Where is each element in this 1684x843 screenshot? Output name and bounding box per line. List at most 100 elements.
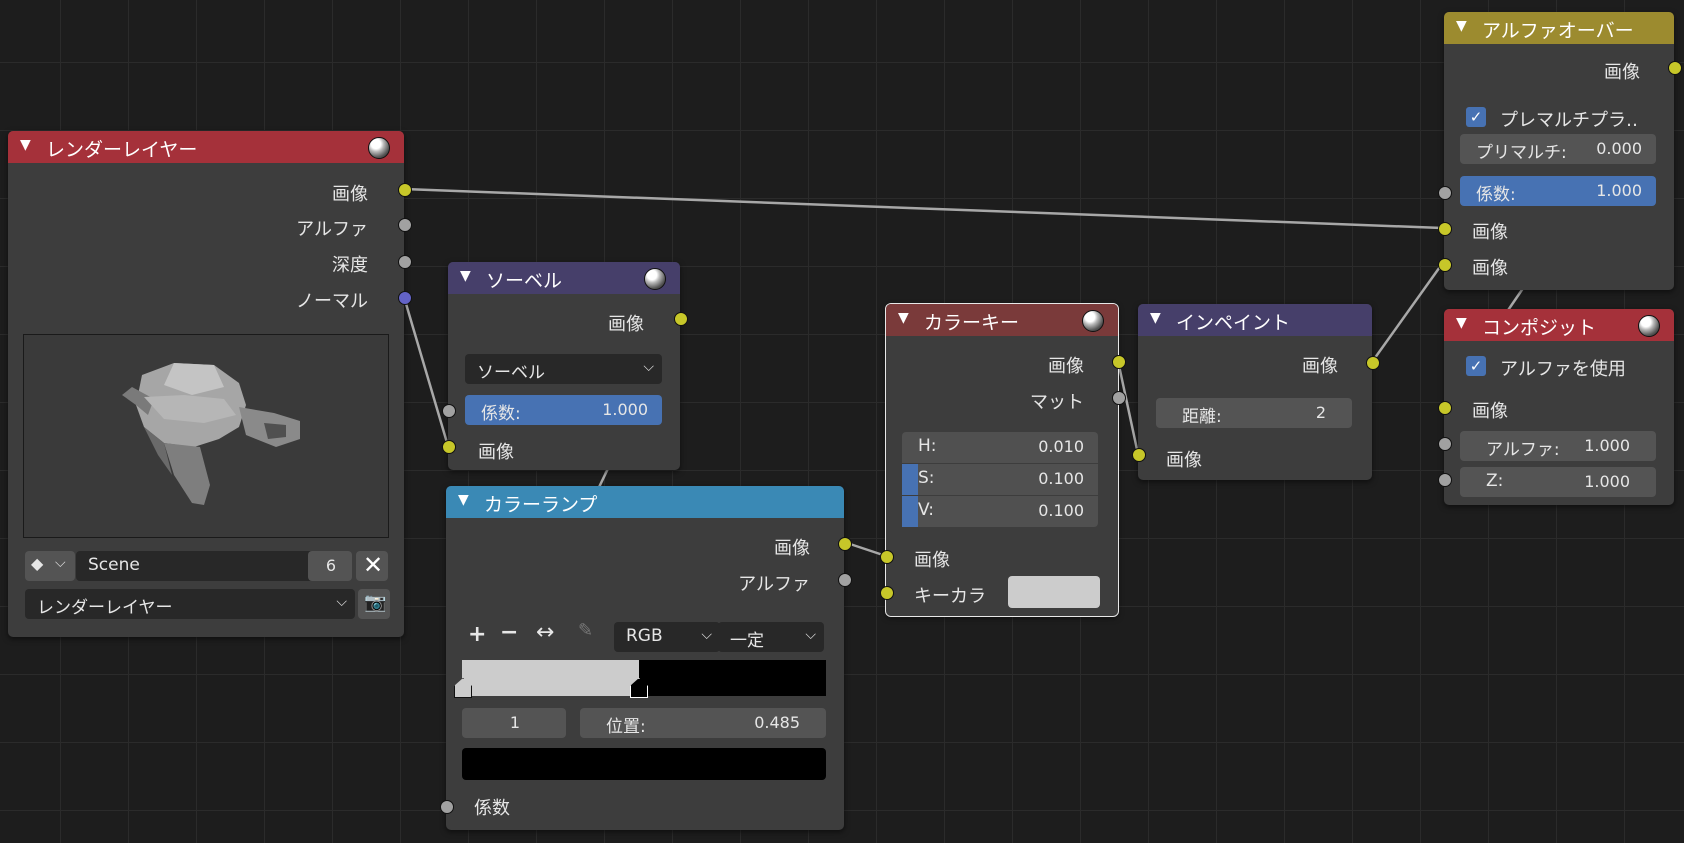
collapse-triangle-icon[interactable]: ▼ bbox=[20, 137, 31, 153]
stop-position-field[interactable]: 位置: 0.485 bbox=[580, 708, 826, 738]
hue-slider[interactable]: H: 0.010 bbox=[902, 432, 1098, 463]
link-renderlayer-image-to-alphaover bbox=[403, 187, 1443, 230]
alpha-over-image-1-socket[interactable] bbox=[1438, 222, 1452, 236]
inpaint-input-label: 画像 bbox=[1166, 450, 1202, 471]
use-alpha-checkbox[interactable]: ✓ bbox=[1466, 356, 1486, 376]
composite-z-socket[interactable] bbox=[1438, 473, 1452, 487]
scene-name-field[interactable]: Scene bbox=[76, 551, 316, 581]
inpaint-output-socket[interactable] bbox=[1366, 356, 1380, 370]
render-preview-image bbox=[23, 334, 389, 538]
render-button[interactable]: 📷 bbox=[358, 589, 390, 619]
inpaint-header[interactable]: ▼ インペイント bbox=[1138, 304, 1372, 336]
interpolation-dropdown[interactable]: 一定 ⌵ bbox=[718, 622, 824, 652]
remove-stop-icon[interactable]: − bbox=[500, 620, 518, 645]
link-colorkey-to-inpaint bbox=[1116, 360, 1140, 455]
collapse-triangle-icon[interactable]: ▼ bbox=[460, 268, 471, 284]
inpaint-node[interactable]: ▼ インペイント 画像 距離: 2 画像 bbox=[1138, 304, 1372, 480]
eyedropper-icon[interactable]: ✎ bbox=[578, 620, 593, 641]
add-stop-icon[interactable]: + bbox=[468, 622, 486, 647]
render-layer-dropdown[interactable]: レンダーレイヤー ⌵ bbox=[25, 589, 355, 619]
alpha-over-factor-slider[interactable]: 係数: 1.000 bbox=[1460, 176, 1656, 206]
collapse-triangle-icon[interactable]: ▼ bbox=[1456, 18, 1467, 34]
composite-image-socket[interactable] bbox=[1438, 401, 1452, 415]
render-layers-image-socket[interactable] bbox=[398, 183, 412, 197]
preview-sphere-icon[interactable] bbox=[644, 268, 666, 290]
color-key-matte-socket[interactable] bbox=[1112, 391, 1126, 405]
sobel-header[interactable]: ▼ ソーベル bbox=[448, 262, 680, 294]
color-key-output-matte-label: マット bbox=[1030, 392, 1084, 413]
monkey-render-preview bbox=[122, 363, 300, 505]
color-mode-dropdown[interactable]: RGB ⌵ bbox=[614, 622, 720, 652]
collapse-triangle-icon[interactable]: ▼ bbox=[1150, 310, 1161, 326]
chevron-down-icon: ⌵ bbox=[336, 594, 347, 610]
composite-node[interactable]: ▼ コンポジット ✓ アルファを使用 画像 アルファ: 1.000 Z: 1.0… bbox=[1444, 309, 1674, 505]
alpha-over-title: アルファオーバー bbox=[1482, 20, 1634, 42]
output-image-label: 画像 bbox=[332, 184, 368, 205]
preview-sphere-icon[interactable] bbox=[1638, 315, 1660, 337]
scene-name: Scene bbox=[88, 555, 140, 575]
premultiply-factor-field[interactable]: プリマルチ: 0.000 bbox=[1460, 134, 1656, 164]
key-color-swatch[interactable] bbox=[1008, 576, 1100, 608]
collapse-triangle-icon[interactable]: ▼ bbox=[898, 310, 909, 326]
alpha-over-node[interactable]: ▼ アルファオーバー 画像 ✓ プレマルチプラ‥ プリマルチ: 0.000 係数… bbox=[1444, 12, 1674, 290]
sobel-image-input-socket[interactable] bbox=[442, 440, 456, 454]
color-ramp-factor-label: 係数 bbox=[474, 798, 510, 819]
alpha-over-image-2-socket[interactable] bbox=[1438, 258, 1452, 272]
color-ramp-image-socket[interactable] bbox=[838, 537, 852, 551]
collapse-triangle-icon[interactable]: ▼ bbox=[1456, 315, 1467, 331]
color-ramp-node[interactable]: ▼ カラーランプ 画像 アルファ + − ↔ ✎ RGB ⌵ 一定 ⌵ 1 位置… bbox=[446, 486, 844, 830]
premultiply-checkbox[interactable]: ✓ bbox=[1466, 107, 1486, 127]
use-alpha-label: アルファを使用 bbox=[1500, 359, 1626, 380]
sobel-node[interactable]: ▼ ソーベル 画像 ソーベル ⌵ 係数: 1.000 画像 bbox=[448, 262, 680, 470]
collapse-triangle-icon[interactable]: ▼ bbox=[458, 492, 469, 508]
inpaint-title: インペイント bbox=[1176, 312, 1291, 334]
color-ramp-factor-socket[interactable] bbox=[440, 800, 454, 814]
scene-users-count[interactable]: 6 bbox=[308, 551, 352, 581]
inpaint-distance-field[interactable]: 距離: 2 bbox=[1156, 398, 1352, 428]
color-ramp-header[interactable]: ▼ カラーランプ bbox=[446, 486, 844, 518]
saturation-slider[interactable]: S: 0.100 bbox=[902, 464, 1098, 495]
composite-alpha-socket[interactable] bbox=[1438, 437, 1452, 451]
alpha-over-header[interactable]: ▼ アルファオーバー bbox=[1444, 12, 1674, 44]
output-depth-label: 深度 bbox=[332, 255, 368, 276]
link-inpaint-to-alphaover bbox=[1370, 263, 1444, 363]
sobel-filter-dropdown[interactable]: ソーベル ⌵ bbox=[465, 354, 662, 384]
color-key-output-image-label: 画像 bbox=[1048, 356, 1084, 377]
unlink-scene-button[interactable]: ✕ bbox=[356, 551, 388, 581]
flip-ramp-icon[interactable]: ↔ bbox=[536, 620, 554, 645]
stop-index-field[interactable]: 1 bbox=[462, 708, 566, 738]
render-layers-alpha-socket[interactable] bbox=[398, 218, 412, 232]
inpaint-input-socket[interactable] bbox=[1132, 448, 1146, 462]
preview-sphere-icon[interactable] bbox=[368, 137, 390, 159]
sobel-factor-slider[interactable]: 係数: 1.000 bbox=[465, 395, 662, 425]
sobel-factor-socket[interactable] bbox=[442, 404, 456, 418]
sobel-title: ソーベル bbox=[486, 270, 563, 292]
output-normal-label: ノーマル bbox=[296, 291, 368, 312]
render-layers-header[interactable]: ▼ レンダーレイヤー bbox=[8, 131, 404, 163]
alpha-over-factor-socket[interactable] bbox=[1438, 186, 1452, 200]
composite-alpha-field[interactable]: アルファ: 1.000 bbox=[1460, 431, 1656, 461]
composite-z-field[interactable]: Z: 1.000 bbox=[1460, 467, 1656, 497]
render-layers-node[interactable]: ▼ レンダーレイヤー 画像 アルファ 深度 ノーマル ◆ ⌵ Scene 6 ✕… bbox=[8, 131, 404, 637]
preview-sphere-icon[interactable] bbox=[1082, 310, 1104, 332]
alpha-over-output-socket[interactable] bbox=[1668, 61, 1682, 75]
render-layer-value: レンダーレイヤー bbox=[37, 598, 173, 618]
output-alpha-label: アルファ bbox=[296, 219, 368, 240]
ramp-white-segment bbox=[462, 660, 639, 696]
sobel-image-output-socket[interactable] bbox=[674, 312, 688, 326]
color-key-node[interactable]: ▼ カラーキー 画像 マット H: 0.010 S: 0.100 V: 0.10… bbox=[885, 303, 1119, 617]
color-ramp-alpha-socket[interactable] bbox=[838, 573, 852, 587]
color-key-header[interactable]: ▼ カラーキー bbox=[886, 304, 1118, 336]
composite-header[interactable]: ▼ コンポジット bbox=[1444, 309, 1674, 341]
value-slider[interactable]: V: 0.100 bbox=[902, 496, 1098, 527]
color-key-image-input-socket[interactable] bbox=[880, 550, 894, 564]
color-key-image-output-socket[interactable] bbox=[1112, 355, 1126, 369]
stop-color-swatch[interactable] bbox=[462, 748, 826, 780]
inpaint-output-label: 画像 bbox=[1302, 356, 1338, 377]
scene-selector-icon[interactable]: ◆ ⌵ bbox=[25, 551, 75, 581]
render-layers-normal-socket[interactable] bbox=[398, 291, 412, 305]
alpha-over-input-2-label: 画像 bbox=[1472, 258, 1508, 279]
color-ramp-output-image-label: 画像 bbox=[774, 538, 810, 559]
color-key-keycolor-socket[interactable] bbox=[880, 586, 894, 600]
render-layers-depth-socket[interactable] bbox=[398, 255, 412, 269]
